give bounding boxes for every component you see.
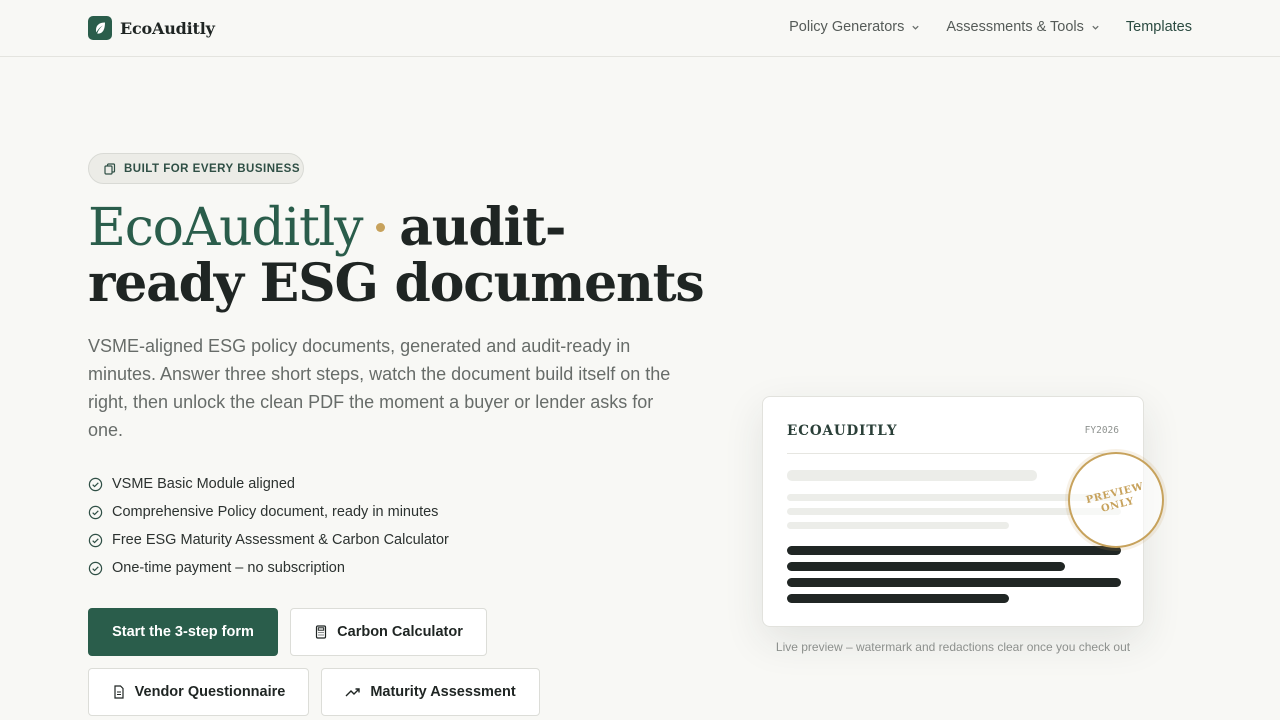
brand-name: EcoAuditly xyxy=(120,18,215,38)
check-circle-icon xyxy=(88,477,103,491)
hero-badge: BUILT FOR EVERY BUSINESS xyxy=(88,153,304,184)
trend-up-icon xyxy=(345,688,361,697)
checklist-text: VSME Basic Module aligned xyxy=(112,476,295,492)
hero-lead: VSME-aligned ESG policy documents, gener… xyxy=(88,336,671,440)
preview-title: ECOAUDITLY xyxy=(787,423,898,439)
divider xyxy=(787,453,1121,454)
brand-link[interactable]: EcoAuditly xyxy=(88,16,215,40)
redacted-line xyxy=(787,470,1037,481)
vendor-questionnaire-button[interactable]: Vendor Questionnaire xyxy=(88,668,309,716)
check-circle-icon xyxy=(88,533,103,547)
checklist-item: Free ESG Maturity Assessment & Carbon Ca… xyxy=(88,526,449,554)
preview-only-stamp: PREVIEW ONLY xyxy=(1068,452,1164,548)
redaction-bar xyxy=(787,594,1009,603)
button-label: Vendor Questionnaire xyxy=(134,684,286,700)
check-circle-icon xyxy=(88,505,103,519)
redaction-bar xyxy=(787,578,1121,587)
preview-caption: Live preview – watermark and redactions … xyxy=(775,640,1131,654)
redaction-bar xyxy=(787,546,1121,555)
document-icon xyxy=(114,685,124,699)
checklist-text: Comprehensive Policy document, ready in … xyxy=(112,504,439,520)
main-nav: Policy Generators Assessments & Tools Te… xyxy=(789,19,1192,35)
checklist-item: One-time payment – no subscription xyxy=(88,554,449,582)
nav-label: Policy Generators xyxy=(789,19,905,35)
maturity-assessment-button[interactable]: Maturity Assessment xyxy=(321,668,540,716)
calculator-icon xyxy=(316,625,327,639)
nav-assessments-tools[interactable]: Assessments & Tools xyxy=(946,19,1100,35)
nav-label: Templates xyxy=(1125,19,1192,35)
start-form-button[interactable]: Start the 3-step form xyxy=(88,608,278,656)
redacted-line xyxy=(787,522,1009,529)
badge-text: BUILT FOR EVERY BUSINESS xyxy=(124,162,301,175)
site-header: EcoAuditly Policy Generators Assessments… xyxy=(0,0,1280,57)
checklist-item: Comprehensive Policy document, ready in … xyxy=(88,498,449,526)
nav-policy-generators[interactable]: Policy Generators xyxy=(789,19,920,35)
checklist-text: Free ESG Maturity Assessment & Carbon Ca… xyxy=(112,532,449,548)
headline-brand: EcoAuditly xyxy=(88,198,363,258)
leaf-icon xyxy=(88,16,112,40)
stamp-text: PREVIEW ONLY xyxy=(1084,481,1147,519)
nav-templates[interactable]: Templates xyxy=(1126,19,1192,35)
chevron-down-icon xyxy=(912,25,920,30)
documents-icon xyxy=(104,162,116,175)
button-label: Maturity Assessment xyxy=(370,684,516,700)
chevron-down-icon xyxy=(1092,25,1099,30)
feature-checklist: VSME Basic Module aligned Comprehensive … xyxy=(88,470,449,582)
redaction-bar xyxy=(787,562,1065,571)
carbon-calculator-button[interactable]: Carbon Calculator xyxy=(290,608,487,656)
nav-label: Assessments & Tools xyxy=(946,19,1084,35)
hero-headline: EcoAuditly audit-ready ESG documents xyxy=(88,200,708,312)
check-circle-icon xyxy=(88,561,103,575)
headline-dot xyxy=(376,223,386,232)
button-label: Start the 3-step form xyxy=(112,624,254,640)
checklist-item: VSME Basic Module aligned xyxy=(88,470,449,498)
checklist-text: One-time payment – no subscription xyxy=(112,560,345,576)
button-label: Carbon Calculator xyxy=(337,624,463,640)
preview-fiscal-year: FY2026 xyxy=(1084,425,1119,436)
